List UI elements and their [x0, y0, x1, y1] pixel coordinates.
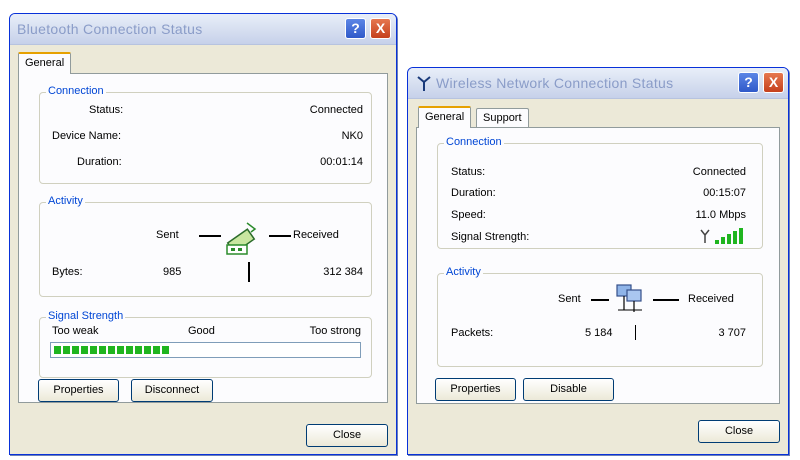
- wireless-general-panel: Connection Status: Connected Duration: 0…: [416, 127, 780, 404]
- bluetooth-title-bar[interactable]: Bluetooth Connection Status ? X: [10, 14, 396, 45]
- disconnect-button[interactable]: Disconnect: [131, 379, 213, 402]
- properties-button[interactable]: Properties: [435, 378, 516, 401]
- packets-label: Packets:: [451, 327, 494, 339]
- signal-meter-cell: [135, 346, 142, 354]
- bytes-received-value: 312 384: [323, 266, 363, 278]
- signal-bar: [739, 228, 743, 244]
- signal-meter-cell: [63, 346, 70, 354]
- bluetooth-general-panel: Connection Status: Connected Device Name…: [18, 73, 388, 403]
- signal-strength-icon: [700, 228, 743, 244]
- close-button[interactable]: Close: [306, 424, 388, 447]
- speed-value: 11.0 Mbps: [695, 209, 746, 221]
- activity-group: Activity: [39, 195, 372, 297]
- signal-meter-cell: [99, 346, 106, 354]
- signal-bar: [733, 231, 737, 244]
- signal-meter-cell: [117, 346, 124, 354]
- sent-line: [199, 235, 221, 237]
- sent-label: Sent: [558, 293, 581, 305]
- too-weak-label: Too weak: [52, 325, 99, 337]
- status-value: Connected: [309, 104, 363, 116]
- close-window-button[interactable]: X: [370, 18, 391, 39]
- signal-bar: [715, 240, 719, 244]
- signal-meter-cell: [81, 346, 88, 354]
- device-name-label: Device Name:: [52, 130, 122, 142]
- activity-indicator: [248, 262, 250, 282]
- signal-bar: [727, 234, 731, 244]
- close-button[interactable]: Close: [698, 420, 780, 443]
- too-strong-label: Too strong: [309, 325, 361, 337]
- signal-meter-cell: [126, 346, 133, 354]
- good-label: Good: [188, 325, 215, 337]
- signal-meter-cell: [153, 346, 160, 354]
- speed-label: Speed:: [451, 209, 486, 221]
- device-name-value: NK0: [341, 130, 363, 142]
- antenna-glyph: [700, 229, 710, 243]
- bytes-sent-value: 985: [163, 266, 182, 278]
- disable-button[interactable]: Disable: [523, 378, 614, 401]
- received-line: [269, 235, 291, 237]
- bluetooth-adapter-icon: [226, 222, 257, 255]
- network-computers-icon: [616, 284, 642, 312]
- status-value: Connected: [692, 166, 746, 178]
- duration-value: 00:15:07: [703, 187, 746, 199]
- signal-meter-cell: [108, 346, 115, 354]
- signal-strength-meter: [50, 342, 361, 358]
- duration-value: 00:01:14: [320, 156, 363, 168]
- received-line: [653, 299, 679, 301]
- packets-received-value: 3 707: [718, 327, 746, 339]
- duration-label: Duration:: [451, 187, 496, 199]
- received-label: Received: [688, 293, 734, 305]
- signal-bar: [721, 237, 725, 244]
- received-label: Received: [293, 229, 339, 241]
- properties-button[interactable]: Properties: [38, 379, 119, 402]
- signal-meter-cell: [72, 346, 79, 354]
- tab-support[interactable]: Support: [476, 108, 529, 128]
- tab-general[interactable]: General: [18, 52, 72, 74]
- status-label: Status:: [89, 104, 124, 116]
- sent-line: [591, 299, 609, 301]
- signal-strength-label: Signal Strength:: [451, 231, 530, 243]
- wireless-title-bar[interactable]: Wireless Network Connection Status ? X: [408, 68, 788, 99]
- packets-sent-value: 5 184: [585, 327, 613, 339]
- signal-meter-cell: [90, 346, 97, 354]
- signal-strength-group-label: Signal Strength: [46, 310, 126, 322]
- signal-meter-cell: [162, 346, 169, 354]
- wireless-antenna-icon: [417, 76, 431, 91]
- signal-meter-cell: [54, 346, 61, 354]
- activity-group-label: Activity: [46, 195, 85, 207]
- duration-label: Duration:: [77, 156, 122, 168]
- tab-general[interactable]: General: [418, 106, 472, 128]
- bytes-label: Bytes:: [52, 266, 83, 278]
- bluetooth-status-window: Bluetooth Connection Status ? X General …: [9, 13, 397, 455]
- activity-group: Activity: [437, 266, 763, 367]
- wireless-status-window: Wireless Network Connection Status ? X G…: [407, 67, 789, 455]
- connection-group-label: Connection: [444, 136, 504, 148]
- help-button[interactable]: ?: [738, 72, 759, 93]
- connection-group-label: Connection: [46, 85, 106, 97]
- help-button[interactable]: ?: [345, 18, 366, 39]
- status-label: Status:: [451, 166, 486, 178]
- sent-label: Sent: [156, 229, 179, 241]
- wireless-window-title: Wireless Network Connection Status: [436, 75, 674, 91]
- activity-indicator: [635, 325, 636, 340]
- bluetooth-window-title: Bluetooth Connection Status: [17, 21, 203, 37]
- activity-group-label: Activity: [444, 266, 483, 278]
- signal-meter-cell: [144, 346, 151, 354]
- close-window-button[interactable]: X: [763, 72, 784, 93]
